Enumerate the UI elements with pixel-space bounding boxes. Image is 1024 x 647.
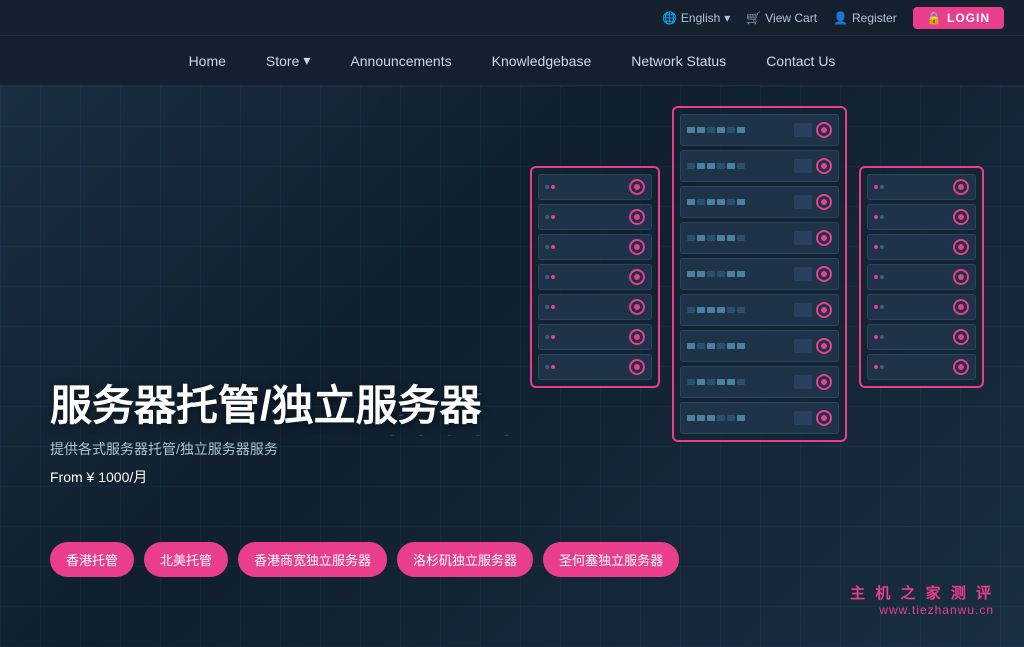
server-unit xyxy=(867,204,976,230)
watermark-line1: 主 机 之 家 测 评 xyxy=(850,582,994,603)
top-bar: 🌐 English ▾ 🛒 View Cart 👤 Register 🔒 LOG… xyxy=(0,0,1024,36)
server-unit xyxy=(538,174,652,200)
server-unit xyxy=(680,294,839,326)
server-unit xyxy=(867,354,976,380)
nav-home[interactable]: Home xyxy=(185,53,230,69)
login-button[interactable]: 🔒 LOGIN xyxy=(913,7,1004,29)
tag-btn-4[interactable]: 圣何塞独立服务器 xyxy=(543,542,679,577)
rack-right xyxy=(859,166,984,388)
login-label: LOGIN xyxy=(947,11,990,25)
register-link[interactable]: 👤 Register xyxy=(833,11,897,25)
server-unit xyxy=(680,402,839,434)
server-unit xyxy=(538,354,652,380)
server-unit xyxy=(538,264,652,290)
language-label: English xyxy=(681,11,720,25)
tag-btn-0[interactable]: 香港托管 xyxy=(50,542,134,577)
language-selector[interactable]: 🌐 English ▾ xyxy=(662,11,730,25)
tag-buttons: 香港托管 北美托管 香港商宽独立服务器 洛杉矶独立服务器 圣何塞独立服务器 xyxy=(50,542,679,577)
server-unit xyxy=(867,234,976,260)
server-unit xyxy=(680,222,839,254)
server-unit xyxy=(680,114,839,146)
tag-btn-2[interactable]: 香港商宽独立服务器 xyxy=(238,542,387,577)
rack-center xyxy=(672,106,847,442)
nav-contact[interactable]: Contact Us xyxy=(762,53,839,69)
hero-subtitle: 提供各式服务器托管/独立服务器服务 xyxy=(50,439,482,459)
rack-left xyxy=(530,166,660,388)
lock-icon: 🔒 xyxy=(927,11,943,25)
server-unit xyxy=(680,150,839,182)
server-scene xyxy=(530,106,984,442)
watermark: 主 机 之 家 测 评 www.tiezhanwu.cn xyxy=(850,582,994,617)
cart-icon: 🛒 xyxy=(746,11,761,25)
server-unit xyxy=(680,186,839,218)
nav-knowledgebase[interactable]: Knowledgebase xyxy=(488,53,596,69)
hero-price: From ¥ 1000/月 xyxy=(50,467,482,487)
server-unit xyxy=(538,234,652,260)
server-unit xyxy=(538,294,652,320)
register-label: Register xyxy=(852,11,897,25)
chevron-down-icon: ▾ xyxy=(303,52,310,69)
user-icon: 👤 xyxy=(833,11,848,25)
globe-icon: 🌐 xyxy=(662,11,677,25)
chevron-down-icon: ▾ xyxy=(724,11,730,25)
view-cart-link[interactable]: 🛒 View Cart xyxy=(746,11,817,25)
nav-announcements[interactable]: Announcements xyxy=(346,53,455,69)
server-unit xyxy=(680,330,839,362)
server-unit xyxy=(538,204,652,230)
server-unit xyxy=(538,324,652,350)
tag-btn-3[interactable]: 洛杉矶独立服务器 xyxy=(397,542,533,577)
server-unit xyxy=(867,264,976,290)
server-unit xyxy=(867,294,976,320)
cart-label: View Cart xyxy=(765,11,817,25)
hero-section: - - - - - - - - - - xyxy=(0,86,1024,647)
server-unit xyxy=(680,258,839,290)
tag-btn-1[interactable]: 北美托管 xyxy=(144,542,228,577)
nav-bar: Home Store ▾ Announcements Knowledgebase… xyxy=(0,36,1024,86)
server-unit xyxy=(867,174,976,200)
watermark-line2: www.tiezhanwu.cn xyxy=(850,603,994,617)
server-unit xyxy=(867,324,976,350)
hero-title: 服务器托管/独立服务器 xyxy=(50,383,482,429)
nav-store[interactable]: Store ▾ xyxy=(262,52,315,69)
server-unit xyxy=(680,366,839,398)
hero-text-block: 服务器托管/独立服务器 提供各式服务器托管/独立服务器服务 From ¥ 100… xyxy=(50,383,482,487)
nav-network-status[interactable]: Network Status xyxy=(627,53,730,69)
